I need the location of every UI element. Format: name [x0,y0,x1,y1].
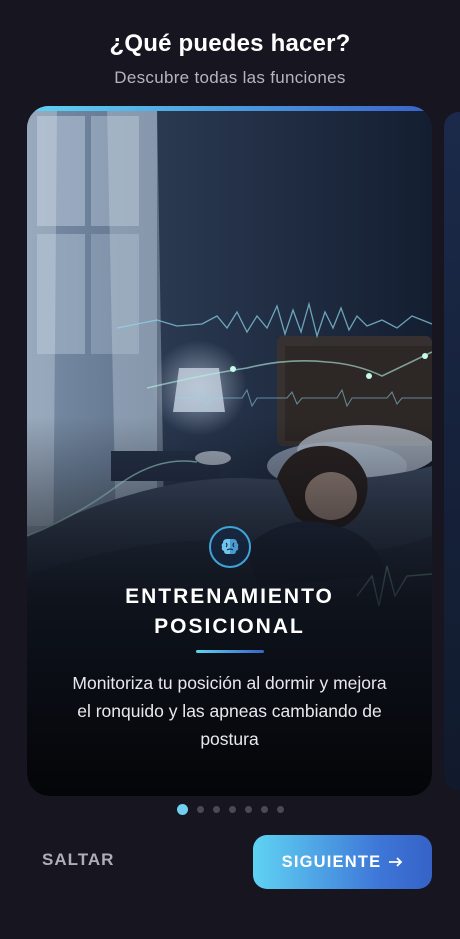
pagination-dot-2[interactable] [196,806,204,813]
next-card-peek[interactable] [444,112,460,790]
next-button-label: SIGUIENTE [281,852,382,871]
arrow-right-icon [389,853,403,872]
brain-icon [208,526,251,568]
next-button[interactable]: SIGUIENTE [253,835,432,889]
brain-glyph [221,539,238,554]
pagination-dot-7[interactable] [276,806,284,813]
card-content: ENTRENAMIENTO POSICIONAL Monitoriza tu p… [27,526,432,753]
pagination-dot-5[interactable] [244,806,252,813]
card-accent-bar [27,106,432,111]
card-title-underline [195,650,264,653]
pagination-dots [0,804,460,815]
skip-button[interactable]: SALTAR [42,850,114,870]
onboarding-header: ¿Qué puedes hacer? Descubre todas las fu… [0,30,460,88]
pagination-dot-1[interactable] [176,804,188,815]
page-subtitle: Descubre todas las funciones [114,68,346,87]
card-title: ENTRENAMIENTO POSICIONAL [125,585,334,638]
feature-card[interactable]: ENTRENAMIENTO POSICIONAL Monitoriza tu p… [27,106,432,796]
pagination-dot-6[interactable] [260,806,268,813]
pagination-dot-3[interactable] [212,806,220,813]
pagination-dot-4[interactable] [228,806,236,813]
card-description: Monitoriza tu posición al dormir y mejor… [72,673,387,749]
page-title: ¿Qué puedes hacer? [109,30,351,57]
